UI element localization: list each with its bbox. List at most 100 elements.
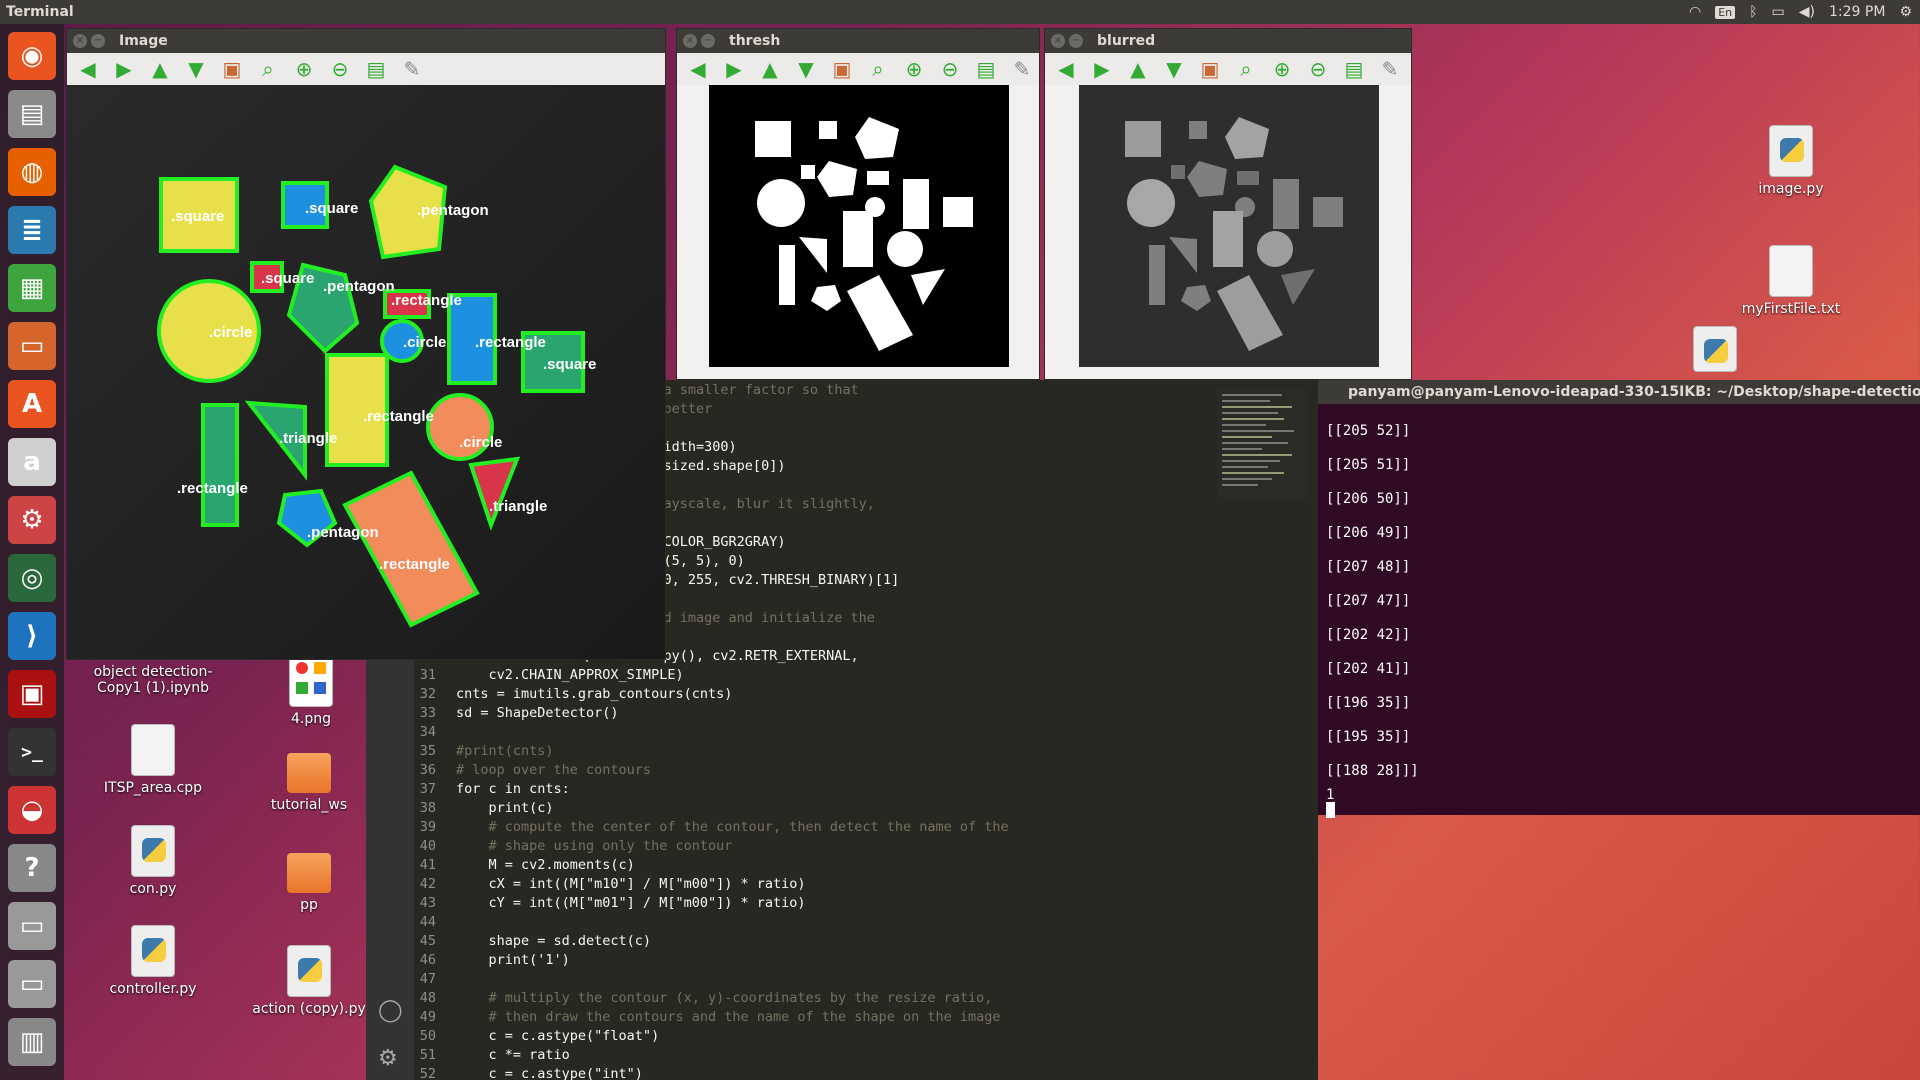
arrow-up-icon[interactable]: ▲ [147,57,173,81]
settings-gear-icon[interactable]: ⚙ [1899,4,1912,20]
zoom-out-icon[interactable]: ⊖ [1305,57,1331,81]
window-title: thresh [729,33,781,49]
desktop-icon-con-py[interactable]: con.py [78,825,228,897]
terminal-output[interactable]: [[205 52]] [[205 51]] [[206 50]] [[206 49]]… [1318,404,1920,828]
minimize-icon[interactable]: − [91,34,105,48]
code-text: # multiply the contour (x, y)-coordinate… [456,990,993,1006]
terminal-output-line: [[205 52]] [1326,423,1411,439]
close-icon[interactable]: × [1051,34,1065,48]
battery-icon[interactable]: ▭ [1772,4,1785,20]
shape-label: .pentagon [323,278,395,295]
thresh-canvas[interactable] [709,85,1009,367]
shape-label: .square [305,200,358,217]
volume-icon[interactable]: ◀) [1799,4,1815,20]
zoom-out-icon[interactable]: ⊖ [327,57,353,81]
minimize-icon[interactable]: − [701,34,715,48]
desktop-icon-image-py[interactable]: image.py [1716,125,1866,197]
arrow-up-icon[interactable]: ▲ [757,57,783,81]
writer-icon[interactable]: ≣ [8,206,56,254]
blurred-canvas[interactable] [1079,85,1379,367]
software-center-icon[interactable]: A [8,380,56,428]
code-text: cnts = imutils.grab_contours(cnts) [456,686,733,702]
minimize-icon[interactable]: − [1069,34,1083,48]
arrow-left-icon[interactable]: ◀ [1053,57,1079,81]
clock[interactable]: 1:29 PM [1829,4,1885,20]
arrow-up-icon[interactable]: ▲ [1125,57,1151,81]
arrow-right-icon[interactable]: ▶ [721,57,747,81]
zoom-fit-icon[interactable]: ⌕ [1233,57,1259,81]
zoom-out-icon[interactable]: ⊖ [937,57,963,81]
blurred-window-titlebar[interactable]: × − blurred [1045,29,1411,53]
desktop-icon-python-partial[interactable] [1640,326,1790,376]
drive-icon[interactable]: ▭ [8,902,56,950]
properties-icon[interactable]: ✎ [1377,57,1403,81]
code-line: 48 # multiply the contour (x, y)-coordin… [366,990,993,1009]
code-line: 44 [366,914,456,933]
arrow-down-icon[interactable]: ▼ [183,57,209,81]
zoom-in-icon[interactable]: ⊕ [291,57,317,81]
terminal-window[interactable]: panyam@panyam-Lenovo-ideapad-330-15IKB: … [1318,380,1920,818]
zoom-in-icon[interactable]: ⊕ [901,57,927,81]
save-icon[interactable]: ▤ [363,57,389,81]
globe-icon[interactable]: ◎ [8,554,56,602]
image-file-icon [289,655,333,707]
arrow-left-icon[interactable]: ◀ [685,57,711,81]
arrow-left-icon[interactable]: ◀ [75,57,101,81]
video-icon[interactable]: ▣ [8,670,56,718]
calc-icon[interactable]: ▦ [8,264,56,312]
desktop-icon-controller-py[interactable]: controller.py [78,925,228,997]
arrow-right-icon[interactable]: ▶ [1089,57,1115,81]
image-icon[interactable]: ▣ [219,57,245,81]
image-canvas[interactable]: .square .square .pentagon .square .pentagon.… [67,85,665,659]
save-icon[interactable]: ▤ [1341,57,1367,81]
code-line: 47 [366,971,456,990]
desktop-icon-pp[interactable]: pp [234,845,384,913]
thresh-window[interactable]: × − thresh ◀ ▶ ▲ ▼ ▣ ⌕ ⊕ ⊖ ▤ ✎ [676,28,1040,380]
desktop-icon-action-copy[interactable]: action (copy).py [234,945,384,1017]
close-icon[interactable]: × [73,34,87,48]
drive-icon-2[interactable]: ▭ [8,960,56,1008]
terminal-output-line: [[205 51]] [1326,457,1411,473]
code-text: cY = int((M["m01"] / M["m00"]) * ratio) [456,895,806,911]
zoom-fit-icon[interactable]: ⌕ [865,57,891,81]
desktop-icon-myfirstfile[interactable]: myFirstFile.txt [1716,245,1866,317]
image-window[interactable]: × − Image ◀ ▶ ▲ ▼ ▣ ⌕ ⊕ ⊖ ▤ ✎ .square .s… [66,28,666,660]
impress-icon[interactable]: ▭ [8,322,56,370]
desktop-icon-itsp-area[interactable]: ITSP_area.cpp [78,724,228,796]
desktop-icon-tutorial-ws[interactable]: tutorial_ws [234,745,384,813]
save-icon[interactable]: ▤ [973,57,999,81]
desktop-icon-4png[interactable]: 4.png [236,655,386,727]
blurred-window[interactable]: × − blurred ◀ ▶ ▲ ▼ ▣ ⌕ ⊕ ⊖ ▤ ✎ [1044,28,1412,380]
firefox-icon[interactable]: ◍ [8,148,56,196]
image-icon[interactable]: ▣ [1197,57,1223,81]
terminal-icon[interactable]: >_ [8,728,56,776]
code-line: 43 cY = int((M["m01"] / M["m00"]) * rati… [366,895,806,914]
trash-icon[interactable]: ▥ [8,1018,56,1066]
bluetooth-icon[interactable]: ᛒ [1749,4,1757,20]
zoom-in-icon[interactable]: ⊕ [1269,57,1295,81]
line-number: 49 [419,1009,436,1025]
folder-icon [287,853,331,893]
properties-icon[interactable]: ✎ [399,57,425,81]
disk-app-icon[interactable]: ◒ [8,786,56,834]
amazon-icon[interactable]: a [8,438,56,486]
arrow-down-icon[interactable]: ▼ [1161,57,1187,81]
system-settings-icon[interactable]: ⚙ [8,496,56,544]
vscode-icon[interactable]: ⟩ [8,612,56,660]
terminal-titlebar[interactable]: panyam@panyam-Lenovo-ideapad-330-15IKB: … [1318,380,1920,404]
editor-minimap[interactable] [1218,388,1308,498]
properties-icon[interactable]: ✎ [1009,57,1035,81]
shape-label: .rectangle [475,334,546,351]
wifi-icon[interactable]: ◠ [1689,4,1701,20]
help-icon[interactable]: ? [8,844,56,892]
keyboard-layout[interactable]: En [1715,5,1736,19]
close-icon[interactable]: × [683,34,697,48]
image-window-titlebar[interactable]: × − Image [67,29,665,53]
ubuntu-logo-icon[interactable]: ◉ [8,32,56,80]
arrow-right-icon[interactable]: ▶ [111,57,137,81]
files-icon[interactable]: ▤ [8,90,56,138]
image-icon[interactable]: ▣ [829,57,855,81]
thresh-window-titlebar[interactable]: × − thresh [677,29,1039,53]
arrow-down-icon[interactable]: ▼ [793,57,819,81]
zoom-fit-icon[interactable]: ⌕ [255,57,281,81]
